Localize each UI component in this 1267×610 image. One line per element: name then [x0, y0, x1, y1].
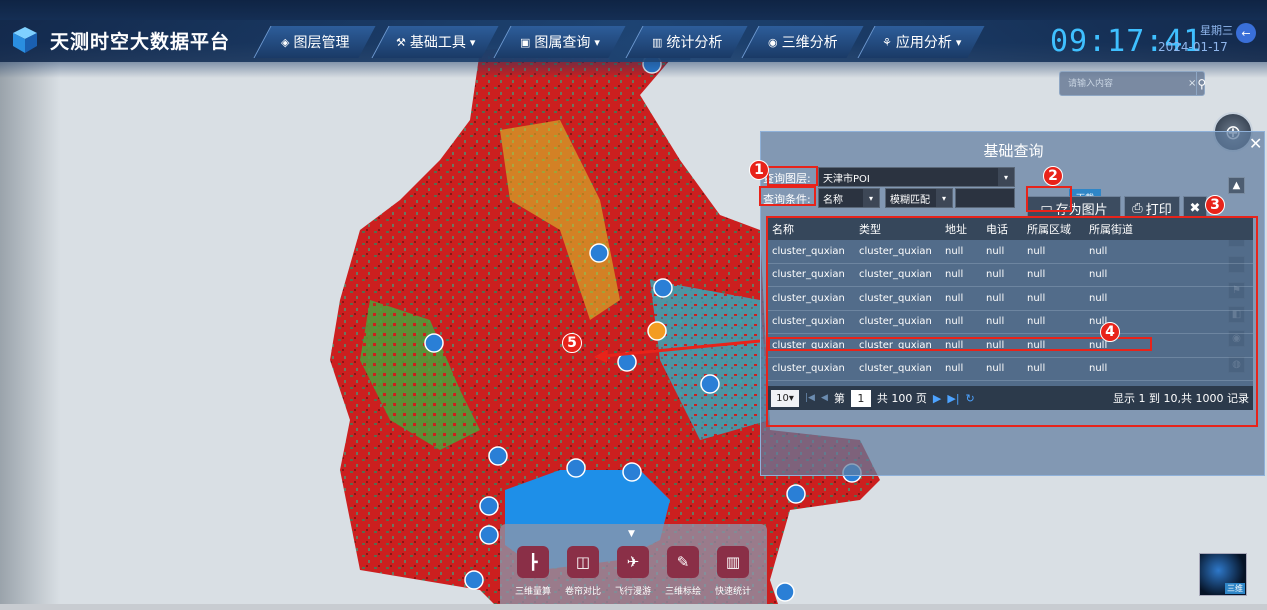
search-input[interactable]: [1060, 72, 1188, 95]
tools-icon: ⚒: [395, 35, 406, 49]
annotation-box-layer: [767, 166, 818, 186]
chevron-down-icon: ▾: [998, 168, 1014, 186]
flight-icon: ✈: [617, 546, 649, 578]
nav-map-query[interactable]: ▣ 图属查询 ▾: [493, 26, 626, 58]
nav-3d-analysis[interactable]: ◉ 三维分析: [741, 26, 864, 58]
top-bar: 天测时空大数据平台 ◈ 图层管理 ⚒ 基础工具 ▾ ▣ 图属查询 ▾ ▥ 统计分析 ◉ 三维分…: [0, 0, 1267, 78]
tool-label: 飞行漫游: [614, 587, 651, 597]
layer-select[interactable]: 天津市POI ▾: [818, 167, 1015, 187]
split-view-icon: ◫: [567, 546, 599, 578]
caret-down-icon: ▾: [955, 35, 962, 49]
annotation-box-row: [768, 337, 1152, 351]
nav-label: 统计分析: [666, 35, 723, 51]
tool-3d-measure[interactable]: ┣ 三维量算: [508, 546, 558, 597]
app-icon: ⚘: [881, 35, 892, 49]
triangle-icon[interactable]: ▲: [1228, 177, 1245, 194]
tool-quick-stats[interactable]: ▥ 快速统计: [708, 546, 758, 597]
panel-title: 基础查询: [983, 142, 1044, 160]
keyword-input[interactable]: [955, 188, 1015, 208]
nav-basic-tools[interactable]: ⚒ 基础工具 ▾: [371, 26, 499, 58]
weekday: 星期三: [1200, 24, 1233, 37]
tool-3d-plot[interactable]: ✎ 三维标绘: [658, 546, 708, 597]
arrow-left-icon: ←: [1241, 26, 1251, 40]
query-icon: ▣: [520, 35, 531, 49]
match-select-value: 模糊匹配: [890, 194, 930, 206]
measure-icon: ┣: [517, 546, 549, 578]
caret-down-icon: ▾: [469, 35, 476, 49]
stats-icon: ▥: [717, 546, 749, 578]
close-icon: ✖: [1189, 200, 1201, 216]
chevron-down-icon[interactable]: ▼: [628, 529, 635, 539]
globe-label: 三维: [1225, 583, 1245, 594]
title-area: 天测时空大数据平台: [10, 22, 230, 58]
globe-toggle-button[interactable]: 三维: [1199, 553, 1247, 596]
annotation-marker-5: 5: [562, 333, 582, 353]
nav-label: 三维分析: [781, 35, 838, 51]
field-select[interactable]: 名称 ▾: [818, 188, 880, 208]
layer-select-value: 天津市POI: [823, 173, 870, 185]
bottom-toolbar: ▼ ┣ 三维量算 ◫ 卷帘对比 ✈ 飞行漫游 ✎ 三维标绘 ▥ 快速统计: [500, 524, 767, 608]
layers-icon: ◈: [280, 35, 290, 49]
nav-label: 应用分析: [895, 35, 952, 51]
date: 2024-01-17: [1158, 40, 1228, 54]
tool-label: 三维标绘: [664, 587, 701, 597]
tool-label: 三维量算: [514, 587, 551, 597]
annotation-marker-2: 2: [1043, 166, 1063, 186]
status-bar: [0, 604, 1267, 610]
close-icon[interactable]: ✕: [1249, 134, 1262, 153]
search-box: × ⚲: [1059, 71, 1206, 96]
nav-label: 基础工具: [409, 35, 466, 51]
nav-statistics[interactable]: ▥ 统计分析: [625, 26, 748, 58]
annotation-box-download: [1026, 186, 1072, 212]
back-button[interactable]: ←: [1236, 23, 1256, 43]
chevron-down-icon: ▾: [863, 189, 879, 207]
app-title: 天测时空大数据平台: [50, 30, 231, 53]
field-select-value: 名称: [823, 194, 843, 206]
print-label: 打印: [1145, 202, 1172, 218]
print-icon: ⎙: [1132, 200, 1143, 216]
match-select[interactable]: 模糊匹配 ▾: [885, 188, 953, 208]
cube-icon: ◉: [768, 35, 778, 49]
caret-down-icon: ▾: [594, 35, 600, 49]
tool-label: 快速统计: [714, 587, 751, 597]
annotation-box-condition: [759, 186, 816, 206]
nav-label: 图层管理: [293, 35, 350, 51]
search-icon[interactable]: ⚲: [1196, 72, 1206, 95]
cube-logo-icon: [13, 27, 37, 53]
chevron-down-icon: ▾: [936, 189, 952, 207]
tool-flight[interactable]: ✈ 飞行漫游: [608, 546, 658, 597]
annotation-marker-3: 3: [1205, 195, 1225, 215]
tool-split-compare[interactable]: ◫ 卷帘对比: [558, 546, 608, 597]
plot-icon: ✎: [667, 546, 699, 578]
annotation-box-table: [766, 216, 1258, 427]
tool-label: 卷帘对比: [564, 587, 601, 597]
clear-icon[interactable]: ×: [1188, 78, 1196, 89]
selected-poi-marker[interactable]: [647, 321, 667, 341]
annotation-marker-4: 4: [1100, 322, 1120, 342]
nav-app-analysis[interactable]: ⚘ 应用分析 ▾: [857, 26, 985, 58]
annotation-marker-1: 1: [749, 160, 769, 180]
nav-layer-manage[interactable]: ◈ 图层管理: [253, 26, 376, 58]
nav-label: 图属查询: [534, 35, 591, 51]
chart-icon: ▥: [651, 35, 663, 49]
